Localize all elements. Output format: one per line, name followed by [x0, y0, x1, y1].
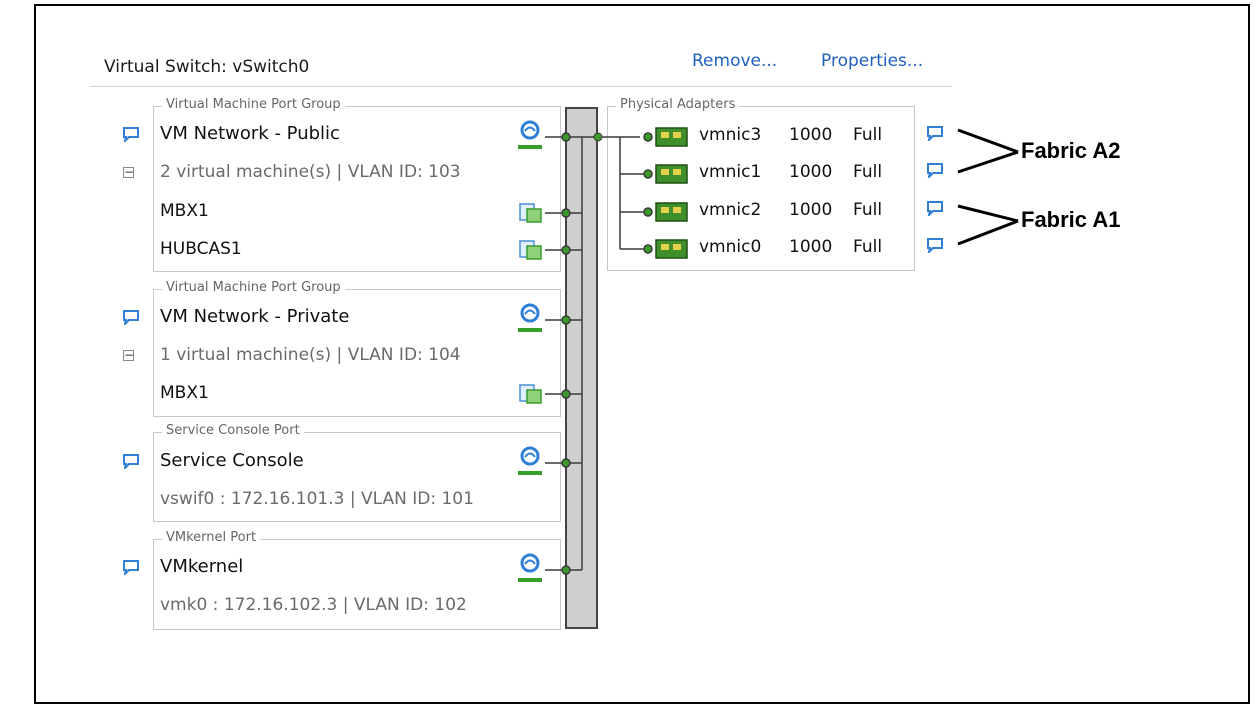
port-connectors [545, 132, 582, 575]
fabric-a1-label: Fabric A1 [1021, 207, 1121, 232]
fabric-a1-brace [957, 204, 1019, 246]
network-port-icon [518, 120, 542, 149]
network-card-icon [655, 164, 688, 184]
network-card-icon [655, 202, 688, 222]
virtual-machine-icon [519, 384, 542, 404]
connector-overlay [518, 120, 1019, 582]
virtual-machine-icon [519, 240, 542, 260]
fabric-a2-brace [957, 128, 1019, 174]
network-port-icon [518, 303, 542, 332]
network-port-icon [518, 553, 542, 582]
fabric-a2-label: Fabric A2 [1021, 138, 1121, 163]
network-card-icon [655, 127, 688, 147]
virtual-machine-icon [519, 203, 542, 223]
network-port-icon [518, 446, 542, 475]
network-card-icon [655, 239, 688, 259]
